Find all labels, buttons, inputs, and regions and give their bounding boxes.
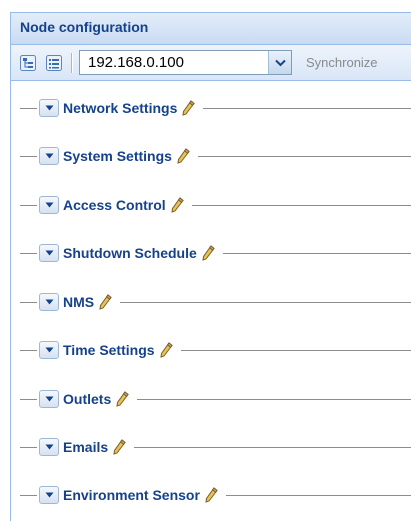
chevron-down-icon <box>45 202 53 208</box>
divider-line <box>20 398 37 400</box>
divider-line <box>20 494 37 496</box>
tree-expand-button[interactable] <box>17 52 39 74</box>
node-select-value[interactable]: 192.168.0.100 <box>80 54 268 71</box>
chevron-down-icon <box>45 299 53 305</box>
section-system-settings: System Settings <box>11 145 411 167</box>
section-title[interactable]: Outlets <box>63 391 111 407</box>
collapse-toggle-button[interactable] <box>39 390 59 408</box>
toolbar-separator <box>71 52 73 73</box>
divider-line <box>203 107 411 109</box>
section-time-settings: Time Settings <box>11 339 411 361</box>
toolbar: 192.168.0.100 Synchronize <box>11 45 411 81</box>
collapse-toggle-button[interactable] <box>39 99 59 117</box>
divider-line <box>134 446 411 448</box>
collapse-toggle-button[interactable] <box>39 147 59 165</box>
pencil-edit-icon[interactable] <box>112 439 126 455</box>
chevron-down-icon <box>45 105 53 111</box>
section-nms: NMS <box>11 291 411 313</box>
tree-expand-icon <box>20 54 36 71</box>
divider-line <box>20 349 37 351</box>
collapse-toggle-button[interactable] <box>39 341 59 359</box>
divider-line <box>20 204 37 206</box>
section-title[interactable]: Shutdown Schedule <box>63 245 197 261</box>
section-shutdown-schedule: Shutdown Schedule <box>11 242 411 264</box>
section-title[interactable]: Access Control <box>63 197 166 213</box>
section-title[interactable]: Environment Sensor <box>63 487 200 503</box>
divider-line <box>197 155 411 157</box>
pencil-edit-icon[interactable] <box>159 342 173 358</box>
section-environment-sensor: Environment Sensor <box>11 484 411 506</box>
pencil-edit-icon[interactable] <box>115 391 129 407</box>
synchronize-button[interactable]: Synchronize <box>306 55 378 70</box>
divider-line <box>20 155 37 157</box>
divider-line <box>20 107 37 109</box>
panel-header: Node configuration <box>11 13 411 45</box>
chevron-down-icon <box>45 444 53 450</box>
panel-title: Node configuration <box>20 19 149 35</box>
divider-line <box>20 252 37 254</box>
list-view-icon <box>46 54 62 71</box>
section-emails: Emails <box>11 436 411 458</box>
section-title[interactable]: Time Settings <box>63 342 155 358</box>
divider-line <box>222 252 411 254</box>
section-title[interactable]: Emails <box>63 439 108 455</box>
section-outlets: Outlets <box>11 388 411 410</box>
pencil-edit-icon[interactable] <box>181 100 196 116</box>
divider-line <box>137 398 411 400</box>
section-title[interactable]: System Settings <box>63 148 172 164</box>
divider-line <box>191 204 411 206</box>
node-select-trigger[interactable] <box>268 51 291 74</box>
node-configuration-panel: Node configuration 192.168.0.100 Synchro… <box>10 12 411 521</box>
section-title[interactable]: Network Settings <box>63 100 177 116</box>
chevron-down-icon <box>45 492 53 498</box>
divider-line <box>20 446 37 448</box>
pencil-edit-icon[interactable] <box>201 245 215 261</box>
list-view-button[interactable] <box>43 52 65 74</box>
pencil-edit-icon[interactable] <box>170 197 184 213</box>
chevron-down-icon <box>274 59 286 66</box>
pencil-edit-icon[interactable] <box>204 487 218 503</box>
collapse-toggle-button[interactable] <box>39 486 59 504</box>
collapse-toggle-button[interactable] <box>39 438 59 456</box>
pencil-edit-icon[interactable] <box>176 148 190 164</box>
divider-line <box>225 494 411 496</box>
divider-line <box>180 349 411 351</box>
chevron-down-icon <box>45 250 53 256</box>
divider-line <box>20 301 37 303</box>
chevron-down-icon <box>45 347 53 353</box>
collapse-toggle-button[interactable] <box>39 244 59 262</box>
collapse-toggle-button[interactable] <box>39 196 59 214</box>
chevron-down-icon <box>45 396 53 402</box>
section-access-control: Access Control <box>11 194 411 216</box>
section-title[interactable]: NMS <box>63 294 94 310</box>
divider-line <box>120 301 411 303</box>
chevron-down-icon <box>45 153 53 159</box>
collapse-toggle-button[interactable] <box>39 293 59 311</box>
node-select[interactable]: 192.168.0.100 <box>79 50 292 75</box>
section-network-settings: Network Settings <box>11 97 411 119</box>
pencil-edit-icon[interactable] <box>98 294 112 310</box>
